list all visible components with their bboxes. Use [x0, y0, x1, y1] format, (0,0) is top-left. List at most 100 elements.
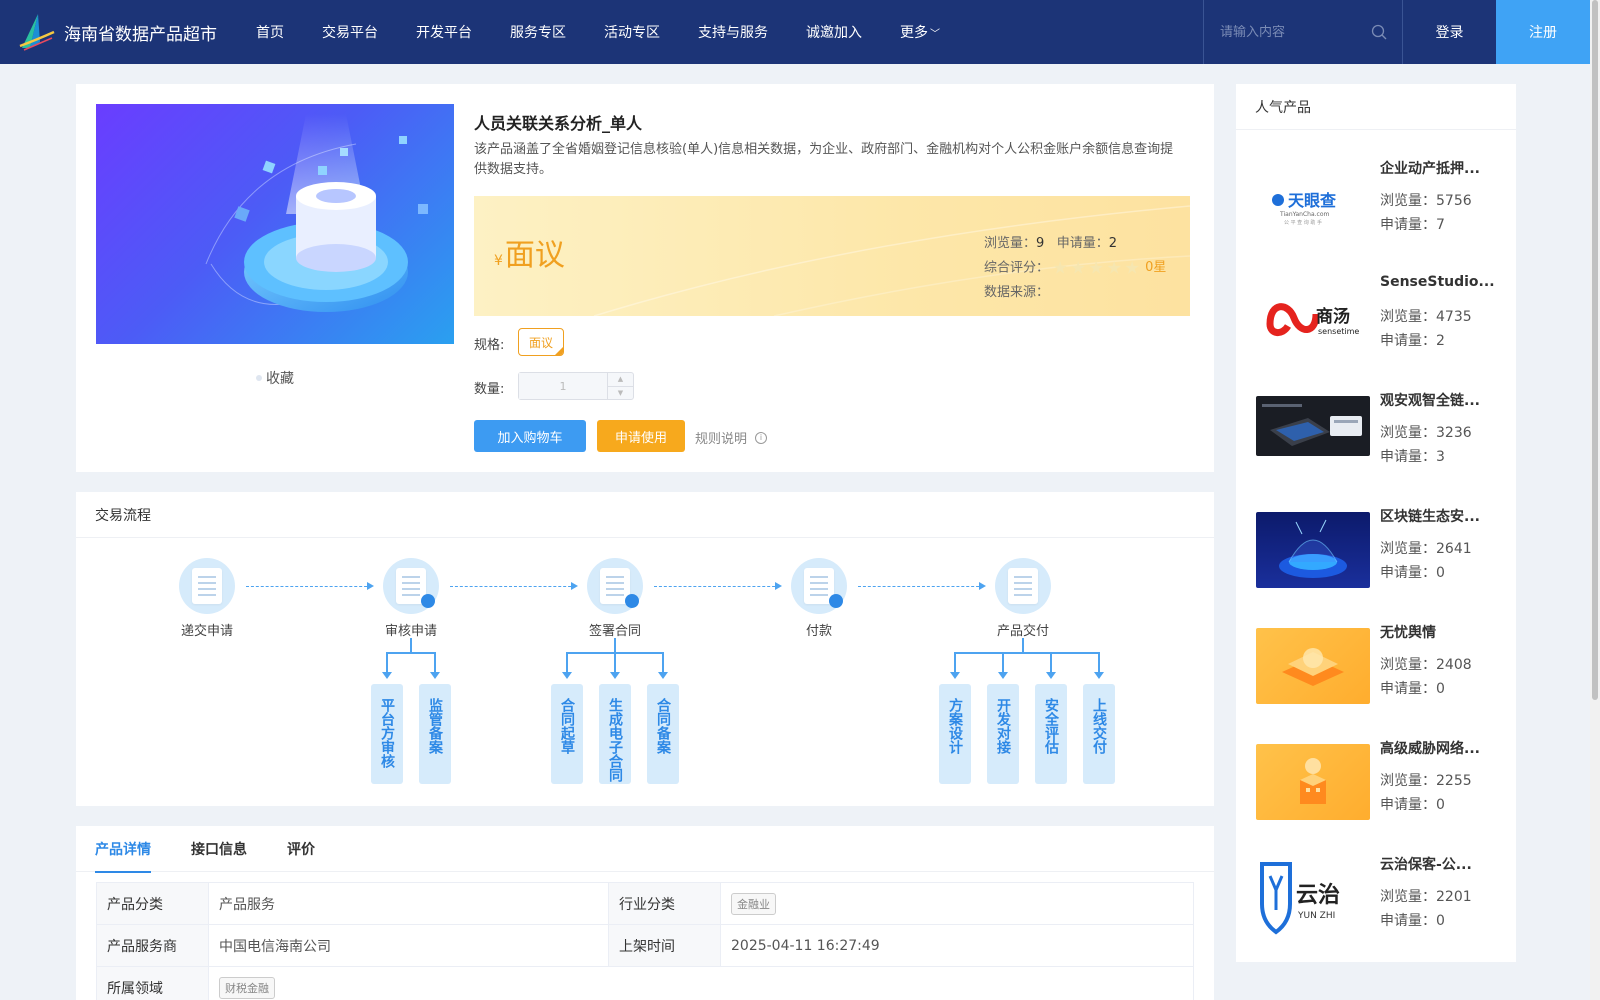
product-card: 收藏 人员关联关系分析_单人 该产品涵盖了全省婚姻登记信息核验(单人)信息相关数…	[76, 84, 1214, 472]
price-panel: ¥面议 浏览量：9 申请量：2 综合评分： 0星 数据来源：	[474, 196, 1190, 316]
popular-item[interactable]: 云治 YUN ZHI 云治保客-公... 浏览量：2201 申请量：0	[1256, 857, 1506, 960]
increment-icon[interactable]: ▲	[608, 373, 633, 387]
page-scrollbar-thumb[interactable]	[1592, 0, 1598, 700]
arrow-down-icon	[430, 672, 440, 679]
register-button[interactable]: 注册	[1496, 0, 1590, 64]
chevron-down-icon: ﹀	[930, 29, 940, 40]
price-value: ¥面议	[494, 230, 565, 274]
connector	[662, 652, 664, 672]
table-value: 2025-04-11 16:27:49	[720, 924, 1194, 967]
sensetime-logo-icon: 商汤 sensetime	[1266, 303, 1359, 336]
product-thumbnail	[1256, 628, 1370, 704]
spec-option[interactable]: 面议	[518, 328, 564, 356]
connector	[386, 652, 436, 654]
flow-sub-regulatory-filing: 监管备案	[419, 684, 451, 784]
svg-text:TianYanCha.com: TianYanCha.com	[1279, 211, 1329, 218]
popular-item-name: SenseStudio...	[1380, 274, 1495, 290]
table-value: 金融业	[720, 882, 1194, 925]
search-icon[interactable]	[1371, 24, 1387, 40]
tab-reviews[interactable]: 评价	[287, 826, 315, 872]
login-button[interactable]: 登录	[1402, 0, 1496, 64]
currency-symbol: ¥	[494, 253, 503, 269]
popular-item[interactable]: 无忧舆情 浏览量：2408 申请量：0	[1256, 625, 1506, 728]
top-header: 海南省数据产品超市 首页 交易平台 开发平台 服务专区 活动专区 支持与服务 诚…	[0, 0, 1590, 64]
nav-service-zone[interactable]: 服务专区	[510, 22, 566, 42]
popular-item[interactable]: 区块链生态安... 浏览量：2641 申请量：0	[1256, 509, 1506, 612]
site-logo[interactable]: 海南省数据产品超市	[18, 12, 228, 52]
nav-dev[interactable]: 开发平台	[416, 22, 472, 42]
nav-more[interactable]: 更多 ﹀	[900, 22, 940, 42]
popular-item-applies: 申请量：2	[1380, 333, 1445, 349]
connector	[954, 652, 956, 672]
decrement-icon[interactable]: ▼	[608, 387, 633, 400]
arrow-down-icon	[950, 672, 960, 679]
views-value: 9	[1036, 236, 1045, 251]
quantity-arrows: ▲ ▼	[607, 373, 633, 399]
popular-item-views: 浏览量：4735	[1380, 309, 1472, 325]
quantity-input[interactable]	[519, 373, 607, 399]
details-table: 产品分类 产品服务 行业分类 金融业 产品服务商 中国电信海南公司 上架时间 2…	[96, 882, 1194, 1000]
arrow-down-icon	[658, 672, 668, 679]
svg-text:天眼查: 天眼查	[1288, 191, 1336, 210]
tab-product-details[interactable]: 产品详情	[95, 826, 151, 873]
logo-icon	[19, 14, 55, 51]
rating-text: 0星	[1145, 260, 1167, 275]
tianyancha-logo-icon: 天眼查 TianYanCha.com 公 平 查 询 助 手	[1272, 191, 1336, 226]
arrow-down-icon	[562, 672, 572, 679]
applies-value: 2	[1108, 236, 1117, 251]
spec-option-label: 面议	[528, 335, 553, 350]
nav-join[interactable]: 诚邀加入	[806, 22, 862, 42]
flow-arrow	[654, 582, 782, 590]
add-to-cart-button[interactable]: 加入购物车	[474, 420, 586, 452]
popular-item[interactable]: 天眼查 TianYanCha.com 公 平 查 询 助 手 企业动产抵押...…	[1256, 161, 1506, 264]
popular-item-applies: 申请量：3	[1380, 449, 1445, 465]
sentiment-illustration-icon	[1282, 648, 1344, 686]
table-key: 所属领域	[96, 966, 209, 1000]
table-row: 产品分类 产品服务 行业分类 金融业	[96, 882, 1194, 925]
submit-doc-icon	[179, 558, 235, 614]
connector	[566, 652, 568, 672]
source-label: 数据来源：	[984, 284, 1050, 300]
svg-text:sensetime: sensetime	[1318, 327, 1359, 336]
popular-item-applies: 申请量：0	[1380, 565, 1445, 581]
connector	[954, 652, 1100, 654]
nav-home[interactable]: 首页	[256, 22, 284, 42]
site-name: 海南省数据产品超市	[64, 24, 217, 45]
flow-sub-solution-design: 方案设计	[939, 684, 971, 784]
popular-item[interactable]: 商汤 sensetime SenseStudio... 浏览量：4735 申请量…	[1256, 274, 1506, 380]
search-input[interactable]	[1220, 24, 1370, 40]
star-outline-icon	[256, 375, 262, 381]
apply-button[interactable]: 申请使用	[597, 420, 685, 452]
favorite-label: 收藏	[266, 371, 294, 387]
product-thumbnail: 天眼查 TianYanCha.com 公 平 查 询 助 手	[1256, 164, 1370, 240]
tab-api-info[interactable]: 接口信息	[191, 826, 247, 872]
connector	[1002, 652, 1004, 672]
table-key: 产品服务商	[96, 924, 209, 967]
delivery-doc-icon	[995, 558, 1051, 614]
rules-link[interactable]: 规则说明 i	[695, 428, 768, 447]
favorite-button[interactable]: 收藏	[256, 368, 294, 388]
nav-trade[interactable]: 交易平台	[322, 22, 378, 42]
table-key: 行业分类	[608, 882, 721, 925]
product-stats: 浏览量：9 申请量：2 综合评分： 0星 数据来源：	[984, 232, 1166, 305]
popular-item-views: 浏览量：2255	[1380, 773, 1472, 789]
connector	[1050, 652, 1052, 672]
nav-events[interactable]: 活动专区	[604, 22, 660, 42]
popular-products-card: 人气产品 天眼查 TianYanCha.com 公 平 查 询 助 手 企业动产…	[1236, 84, 1516, 962]
product-title: 人员关联关系分析_单人	[474, 114, 643, 133]
popular-item[interactable]: 观安观智全链... 浏览量：3236 申请量：3	[1256, 393, 1506, 496]
rating-label: 综合评分：	[984, 260, 1050, 276]
star-icon	[1107, 261, 1121, 274]
popular-item-name: 区块链生态安...	[1380, 509, 1480, 525]
flow-arrow	[858, 582, 986, 590]
flow-step-label: 产品交付	[996, 624, 1049, 639]
quantity-stepper: ▲ ▼	[518, 372, 634, 400]
popular-item-name: 企业动产抵押...	[1380, 161, 1480, 177]
popular-item-applies: 申请量：0	[1380, 797, 1445, 813]
price-text: 面议	[504, 238, 565, 273]
payment-icon	[791, 558, 847, 614]
nav-support[interactable]: 支持与服务	[698, 22, 768, 42]
popular-item[interactable]: 高级威胁网络... 浏览量：2255 申请量：0	[1256, 741, 1506, 844]
flow-step-label: 递交申请	[180, 624, 233, 639]
star-icon	[1089, 261, 1103, 274]
